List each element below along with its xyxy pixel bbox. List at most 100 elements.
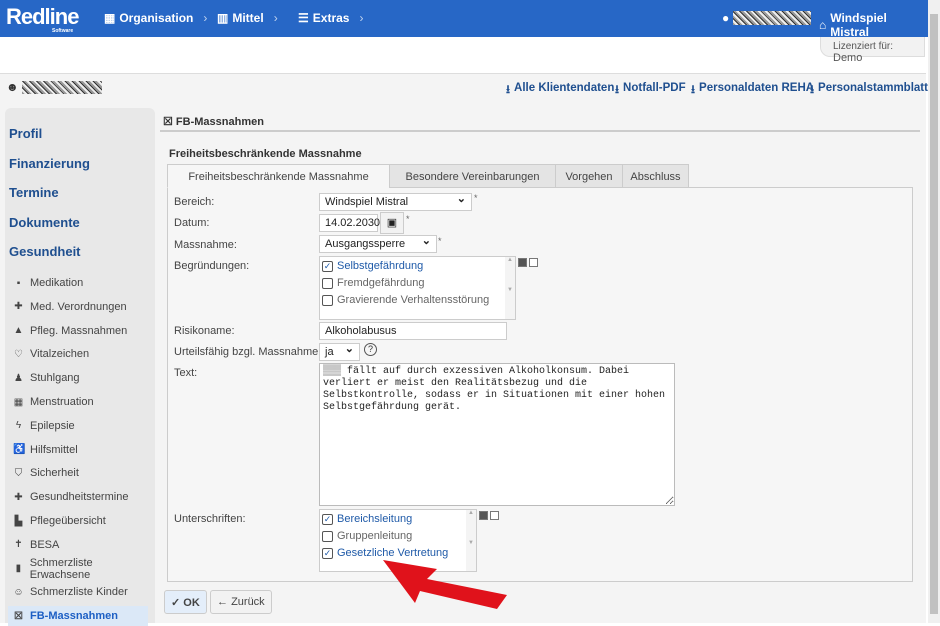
text-textarea[interactable] xyxy=(319,363,675,506)
urteilsfaehig-select[interactable]: ja xyxy=(319,342,360,361)
sidebar-item-icon: ▮ xyxy=(15,563,22,575)
sidebar-item-icon: ▲ xyxy=(13,325,24,337)
datum-input[interactable]: 14.02.2030 xyxy=(319,214,380,232)
nav-extras[interactable]: ☰ Extras › xyxy=(298,11,363,25)
unterschrift-gruppenleitung[interactable]: Gruppenleitung xyxy=(322,530,412,542)
user-icon: ● xyxy=(722,11,730,25)
datum-label: Datum: xyxy=(174,217,210,229)
sidebar-item-stuhlgang[interactable]: ♟ Stuhlgang xyxy=(13,368,153,388)
sidebar-item-icon: ▪ xyxy=(16,277,21,289)
calendar-icon: ▣ xyxy=(386,217,398,229)
top-navbar: Redline Software ▦ Organisation › ▥ Mittel › … xyxy=(0,0,928,39)
sidebar-item-besa[interactable]: ✝ BESA xyxy=(13,535,153,555)
checkbox-unchecked xyxy=(322,294,333,306)
sidebar-item-schmerzliste-kinder[interactable]: ☺ Schmerzliste Kinder xyxy=(13,582,153,602)
risikoname-input[interactable]: Alkoholabusus xyxy=(319,322,507,340)
begruendungen-list: ✓ Selbstgefährdung Fremdgefährdung Gravie… xyxy=(319,256,516,320)
sidebar-item-vitalzeichen[interactable]: ♡ Vitalzeichen xyxy=(13,344,153,364)
checkbox-unchecked xyxy=(322,277,333,289)
download-icon: ⭳ xyxy=(691,84,696,96)
sidebar-item-pflege-bersicht[interactable]: ▙ Pflegeübersicht xyxy=(13,511,153,531)
select-none-icon[interactable] xyxy=(490,511,499,520)
sidebar-item-icon: ✚ xyxy=(14,491,23,503)
sidebar-item-icon: ♿ xyxy=(13,444,26,456)
check-icon: ✓ xyxy=(171,597,181,609)
sidebar: Profil Finanzierung Termine Dokumente Ge… xyxy=(5,108,155,626)
download-icon: ⭳ xyxy=(506,84,511,96)
risikoname-label: Risikoname: xyxy=(174,325,235,337)
red-arrow-annotation xyxy=(383,560,507,609)
sidebar-item-med-verordnungen[interactable]: ✚ Med. Verordnungen xyxy=(13,297,153,317)
sidebar-item-icon: ϟ xyxy=(15,420,22,432)
nav-mittel[interactable]: ▥ Mittel › xyxy=(217,11,278,25)
sidebar-item-schmerzliste-erwachsene[interactable]: ▮ Schmerzliste Erwachsene xyxy=(13,557,153,581)
sidebar-item-hilfsmittel[interactable]: ♿ Hilfsmittel xyxy=(13,440,153,460)
tab-abschluss[interactable]: Abschluss xyxy=(622,164,689,188)
sidebar-profil[interactable]: Profil xyxy=(9,126,42,141)
sidebar-item-sicherheit[interactable]: ⛉ Sicherheit xyxy=(13,463,153,483)
sidebar-gesundheit[interactable]: Gesundheit xyxy=(9,244,81,259)
sidebar-item-icon: ▦ xyxy=(13,396,24,408)
sidebar-item-medikation[interactable]: ▪ Medikation xyxy=(13,273,153,293)
urteilsfaehig-label: Urteilsfähig bzgl. Massnahme: xyxy=(174,346,322,358)
select-all-icon[interactable] xyxy=(518,258,527,267)
home-icon: ⌂ xyxy=(819,18,827,32)
page-scrollbar[interactable] xyxy=(928,0,940,623)
page-title: ☒ FB-Massnahmen xyxy=(163,116,264,128)
ok-button[interactable]: ✓ OK xyxy=(164,590,207,614)
download-icon: ⭳ xyxy=(615,84,620,96)
arrow-shape xyxy=(383,560,507,609)
user-menu[interactable]: ● xyxy=(722,11,812,25)
book-icon: ▥ xyxy=(217,11,229,25)
calendar-button[interactable]: ▣ xyxy=(380,212,404,234)
download-personalstammblatt[interactable]: ⭳ Personalstammblatt xyxy=(810,82,928,101)
download-notfall-pdf[interactable]: ⭳ Notfall-PDF xyxy=(615,82,686,101)
begruendung-selbstgefaehrdung[interactable]: ✓ Selbstgefährdung xyxy=(322,260,423,272)
sidebar-finanzierung[interactable]: Finanzierung xyxy=(9,156,90,171)
massnahme-select[interactable]: Ausgangssperre xyxy=(319,234,437,253)
sidebar-dokumente[interactable]: Dokumente xyxy=(9,215,80,230)
building-icon: ▦ xyxy=(104,11,116,25)
user-name-redacted xyxy=(733,11,812,25)
face-icon: ☻ xyxy=(6,80,19,94)
location-link[interactable]: ⌂ Windspiel Mistral xyxy=(819,11,928,39)
unterschriften-label: Unterschriften: xyxy=(174,513,246,525)
help-icon[interactable]: ? xyxy=(364,343,377,356)
begruendungen-label: Begründungen: xyxy=(174,260,250,272)
select-none-icon[interactable] xyxy=(529,258,538,267)
download-icon: ⭳ xyxy=(810,84,815,96)
bereich-select[interactable]: Windspiel Mistral xyxy=(319,192,472,211)
download-personaldaten-reha[interactable]: ⭳ Personaldaten REHA xyxy=(691,82,814,101)
sidebar-item-fb-massnahmen[interactable]: ☒ FB-Massnahmen xyxy=(8,606,148,626)
sidebar-item-menstruation[interactable]: ▦ Menstruation xyxy=(13,392,153,412)
required-mark: * xyxy=(474,193,478,203)
form-title: Freiheitsbeschränkende Massnahme xyxy=(169,148,362,160)
sidebar-termine[interactable]: Termine xyxy=(9,185,59,200)
begruendung-gravierende-verhaltensstoerung[interactable]: Gravierende Verhaltensstörung xyxy=(322,294,489,306)
list-scrollbar[interactable]: ▲ ▼ xyxy=(505,257,515,319)
download-alle-klientendaten[interactable]: ⭳ Alle Klientendaten xyxy=(506,82,614,101)
tab-besondere-vereinbarungen[interactable]: Besondere Vereinbarungen xyxy=(389,164,556,188)
sidebar-item-gesundheitstermine[interactable]: ✚ Gesundheitstermine xyxy=(13,487,153,507)
sidebar-item-icon: ✝ xyxy=(14,539,23,551)
checkbox-checked: ✓ xyxy=(322,260,333,272)
massnahme-label: Massnahme: xyxy=(174,239,237,251)
sidebar-item-epilepsie[interactable]: ϟ Epilepsie xyxy=(13,416,153,436)
select-all-icon[interactable] xyxy=(479,511,488,520)
required-mark: * xyxy=(406,214,410,224)
tab-freiheitsbeschraenkende-massnahme[interactable]: Freiheitsbeschränkende Massnahme xyxy=(167,164,390,188)
back-button[interactable]: ← Zurück xyxy=(210,590,272,614)
sidebar-item-icon: ☒ xyxy=(14,610,23,622)
text-label: Text: xyxy=(174,367,198,379)
sidebar-item-pfleg-massnahmen[interactable]: ▲ Pfleg. Massnahmen xyxy=(13,321,153,341)
divider xyxy=(160,130,920,132)
unterschrift-bereichsleitung[interactable]: ✓ Bereichsleitung xyxy=(322,513,412,525)
begruendung-fremdgefaehrdung[interactable]: Fremdgefährdung xyxy=(322,277,424,289)
sidebar-item-icon: ⛉ xyxy=(14,467,23,479)
nav-organisation[interactable]: ▦ Organisation › xyxy=(104,11,207,25)
sidebar-item-icon: ✚ xyxy=(14,301,23,313)
logo[interactable]: Redline Software xyxy=(6,4,79,34)
tab-vorgehen[interactable]: Vorgehen xyxy=(555,164,623,188)
license-tab: Lizenziert für: Demo xyxy=(820,37,925,64)
sidebar-item-icon: ♡ xyxy=(14,348,23,360)
